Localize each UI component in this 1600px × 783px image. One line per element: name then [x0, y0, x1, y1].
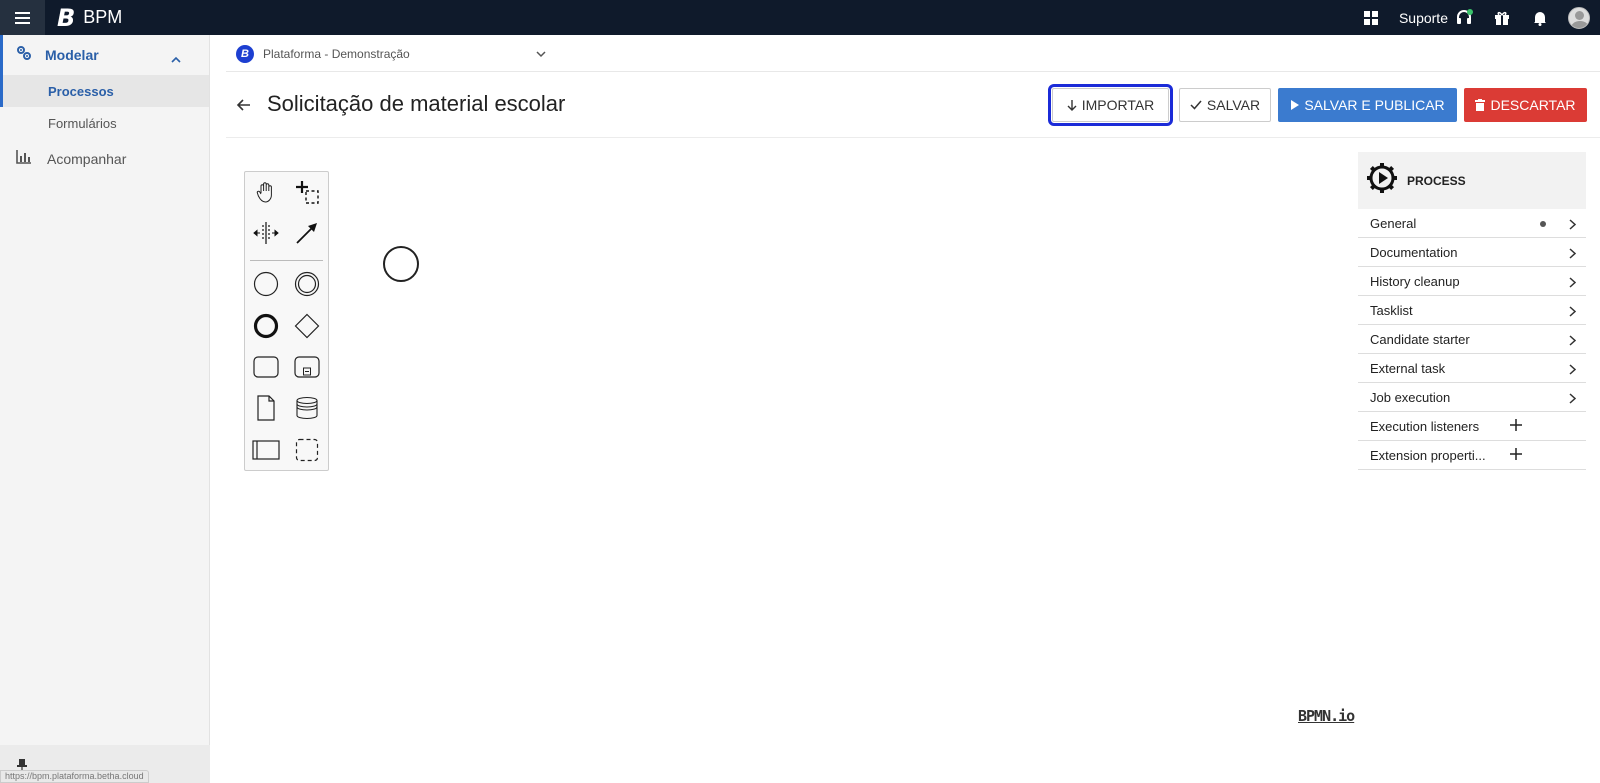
properties-row-label: Job execution	[1370, 389, 1451, 405]
pool-icon[interactable]	[250, 434, 282, 466]
bpmn-start-event[interactable]	[383, 246, 419, 282]
sidebar-item-acompanhar[interactable]: Acompanhar	[0, 139, 209, 179]
chevron-right-icon[interactable]	[1569, 363, 1577, 378]
properties-row-label: Tasklist	[1370, 302, 1413, 318]
import-label: IMPORTAR	[1081, 97, 1155, 113]
group-icon[interactable]	[291, 434, 323, 466]
brand-logo: B	[57, 3, 76, 32]
properties-row[interactable]: External task	[1358, 354, 1586, 383]
lasso-tool-icon[interactable]	[291, 176, 323, 208]
subprocess-icon[interactable]	[291, 351, 323, 383]
gateway-icon[interactable]	[291, 310, 323, 342]
properties-row[interactable]: Tasklist	[1358, 296, 1586, 325]
discard-label: DESCARTAR	[1490, 97, 1576, 113]
trash-icon	[1475, 99, 1486, 111]
data-object-icon[interactable]	[250, 392, 282, 424]
apps-grid-icon[interactable]	[1359, 6, 1383, 30]
check-icon	[1190, 100, 1202, 110]
sidebar-item-label: Modelar	[45, 47, 99, 63]
support-link[interactable]: Suporte	[1399, 10, 1448, 26]
top-bar: B BPM Suporte	[0, 0, 1600, 35]
properties-row[interactable]: Candidate starter	[1358, 325, 1586, 354]
plus-icon[interactable]	[1510, 419, 1522, 434]
back-arrow-icon[interactable]	[236, 97, 252, 113]
arrow-down-icon	[1067, 99, 1077, 111]
save-and-publish-label: SALVAR E PUBLICAR	[1304, 97, 1445, 113]
save-and-publish-button[interactable]: SALVAR E PUBLICAR	[1278, 88, 1457, 122]
title-bar: Solicitação de material escolar IMPORTAR…	[226, 73, 1600, 138]
gears-icon	[16, 45, 32, 66]
sidebar-item-processos[interactable]: Processos	[0, 75, 209, 107]
status-url: https://bpm.plataforma.betha.cloud	[0, 770, 149, 783]
discard-button[interactable]: DESCARTAR	[1464, 88, 1587, 122]
connect-tool-icon[interactable]	[291, 217, 323, 249]
sidebar-item-formularios[interactable]: Formulários	[0, 107, 209, 139]
process-gear-icon	[1366, 162, 1398, 199]
space-tool-icon[interactable]	[250, 217, 282, 249]
gift-icon[interactable]	[1490, 6, 1514, 30]
platform-name: Plataforma - Demonstração	[263, 46, 410, 61]
properties-title: PROCESS	[1407, 173, 1466, 188]
brand-name: BPM	[83, 7, 123, 27]
changed-indicator-dot	[1540, 221, 1546, 227]
chevron-down-icon[interactable]	[536, 45, 546, 63]
brand[interactable]: B BPM	[57, 4, 122, 32]
import-button[interactable]: IMPORTAR	[1048, 84, 1173, 126]
hamburger-icon	[15, 11, 30, 24]
properties-row-label: Documentation	[1370, 244, 1458, 260]
palette-separator	[250, 260, 323, 261]
task-icon[interactable]	[250, 351, 282, 383]
properties-row[interactable]: History cleanup	[1358, 267, 1586, 296]
platform-logo: B	[236, 44, 254, 63]
chevron-right-icon[interactable]	[1569, 305, 1577, 320]
tool-palette	[244, 171, 329, 471]
data-store-icon[interactable]	[291, 392, 323, 424]
chevron-up-icon[interactable]	[171, 50, 181, 68]
chevron-right-icon[interactable]	[1569, 334, 1577, 349]
properties-row-label: Candidate starter	[1370, 331, 1470, 347]
chevron-right-icon[interactable]	[1569, 247, 1577, 262]
properties-header: PROCESS	[1358, 152, 1586, 209]
save-label: SALVAR	[1206, 97, 1261, 113]
properties-row[interactable]: General	[1358, 209, 1586, 238]
properties-row-label: Extension properti...	[1370, 447, 1486, 463]
start-event-icon[interactable]	[250, 268, 282, 300]
chevron-right-icon[interactable]	[1569, 276, 1577, 291]
headset-icon[interactable]	[1452, 6, 1476, 30]
properties-row-label: General	[1370, 215, 1417, 231]
properties-row-label: History cleanup	[1370, 273, 1460, 289]
save-button[interactable]: SALVAR	[1179, 88, 1271, 122]
page-title: Solicitação de material escolar	[267, 91, 566, 116]
properties-row[interactable]: Extension properti...	[1358, 441, 1586, 470]
properties-row[interactable]: Job execution	[1358, 383, 1586, 412]
play-icon	[1290, 100, 1300, 110]
bpmn-canvas[interactable]: PROCESS General Documentation History clea…	[226, 139, 1600, 783]
sidebar-item-label: Acompanhar	[47, 151, 127, 167]
properties-panel: PROCESS General Documentation History clea…	[1358, 152, 1586, 470]
bell-icon[interactable]	[1528, 6, 1552, 30]
sidebar: Modelar Processos Formulários Acompanhar…	[0, 35, 210, 783]
bar-chart-icon	[16, 149, 32, 169]
properties-row-label: Execution listeners	[1370, 418, 1480, 434]
properties-row-label: External task	[1370, 360, 1446, 376]
end-event-icon[interactable]	[250, 310, 282, 342]
hand-tool-icon[interactable]	[250, 176, 282, 208]
bpmn-io-logo[interactable]: BPMN.io	[1298, 707, 1355, 725]
hamburger-menu-button[interactable]	[0, 0, 45, 35]
plus-icon[interactable]	[1510, 448, 1522, 463]
properties-row[interactable]: Documentation	[1358, 238, 1586, 267]
intermediate-event-icon[interactable]	[291, 268, 323, 300]
chevron-right-icon[interactable]	[1569, 392, 1577, 407]
properties-row[interactable]: Execution listeners	[1358, 412, 1586, 441]
platform-selector[interactable]: B Plataforma - Demonstração	[226, 36, 1600, 72]
avatar[interactable]	[1568, 6, 1590, 29]
chevron-right-icon[interactable]	[1569, 218, 1577, 233]
sidebar-item-modelar[interactable]: Modelar	[0, 35, 209, 75]
